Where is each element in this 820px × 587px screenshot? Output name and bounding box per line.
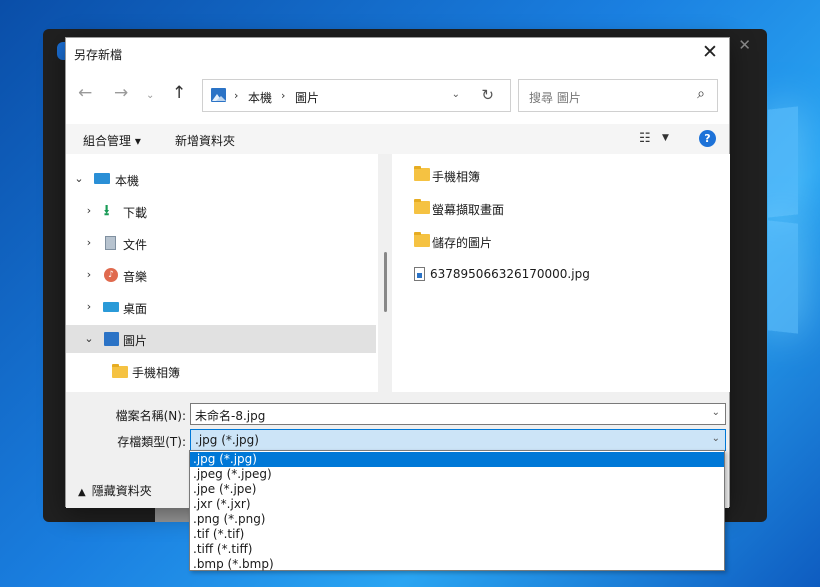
- tree-item-documents[interactable]: › 文件: [66, 229, 376, 257]
- tree-item-pictures[interactable]: ⌄ 圖片: [66, 325, 376, 353]
- filetype-option[interactable]: .png (*.png): [190, 512, 724, 527]
- windows-logo-pane-top: [768, 106, 798, 218]
- chevron-up-icon: ▲: [78, 487, 86, 498]
- file-list: 手機相簿 螢幕擷取畫面 儲存的圖片 637895066326170000.jpg: [392, 154, 730, 392]
- expand-chevron-icon[interactable]: ›: [83, 268, 95, 281]
- breadcrumb-pictures[interactable]: 圖片: [295, 89, 319, 106]
- up-arrow-icon[interactable]: ↑: [172, 85, 186, 102]
- windows-logo-pane-bottom: [768, 220, 798, 334]
- chevron-down-icon[interactable]: ⌄: [712, 433, 720, 444]
- tree-item-desktop[interactable]: › 桌面: [66, 293, 376, 321]
- forward-arrow-icon[interactable]: →: [114, 85, 128, 102]
- command-bar: 組合管理 ▾ 新增資料夾 ☷ ▼ ?: [66, 124, 729, 154]
- close-icon[interactable]: ✕: [699, 41, 721, 63]
- view-dropdown-icon[interactable]: ▼: [662, 133, 669, 143]
- expand-chevron-icon[interactable]: ›: [83, 300, 95, 313]
- filetype-option[interactable]: .tiff (*.tiff): [190, 542, 724, 557]
- breadcrumb-this-pc[interactable]: 本機: [248, 89, 272, 106]
- chevron-down-icon[interactable]: ⌄: [712, 407, 720, 418]
- background-close-icon: ✕: [738, 36, 751, 54]
- new-folder-button[interactable]: 新增資料夾: [175, 132, 235, 149]
- title-bar: 另存新檔 ✕: [66, 38, 729, 68]
- filename-value[interactable]: 未命名-8.jpg: [195, 407, 265, 424]
- file-name: 儲存的圖片: [432, 236, 493, 250]
- navigation-bar: ← → ⌄ ↑ › 本機 › 圖片 ⌄ ↻ 搜尋 圖片 ⌕: [66, 76, 729, 112]
- search-input[interactable]: 搜尋 圖片: [529, 89, 581, 106]
- filetype-option[interactable]: .bmp (*.bmp): [190, 557, 724, 572]
- expand-chevron-icon[interactable]: ⌄: [73, 172, 85, 185]
- filename-label: 檔案名稱(N):: [115, 409, 186, 423]
- filetype-option[interactable]: .tif (*.tif): [190, 527, 724, 542]
- pictures-icon: [104, 332, 119, 346]
- help-icon[interactable]: ?: [699, 130, 716, 147]
- tree-item-label: 下載: [123, 206, 148, 220]
- tree-item-label: 手機相簿: [132, 366, 181, 380]
- organize-button[interactable]: 組合管理 ▾: [83, 132, 141, 149]
- tree-item-this-pc[interactable]: ⌄ 本機: [66, 165, 376, 193]
- pc-icon: [94, 173, 110, 184]
- breadcrumb-separator-icon: ›: [234, 89, 239, 102]
- scrollbar-thumb[interactable]: [384, 252, 387, 312]
- background-bar: [155, 508, 191, 522]
- filename-field[interactable]: 未命名-8.jpg ⌄: [190, 403, 726, 425]
- image-file-icon: [414, 267, 425, 281]
- filetype-option[interactable]: .jpe (*.jpe): [190, 482, 724, 497]
- search-box[interactable]: 搜尋 圖片 ⌕: [518, 79, 718, 112]
- hide-folders-button[interactable]: ▲ 隱藏資料夾: [78, 482, 152, 499]
- music-icon: ♪: [104, 268, 118, 282]
- file-name: 手機相簿: [432, 170, 481, 184]
- file-name: 637895066326170000.jpg: [430, 267, 590, 281]
- view-options-icon[interactable]: ☷: [639, 131, 651, 146]
- tree-item-label: 圖片: [123, 334, 148, 348]
- filetype-value[interactable]: .jpg (*.jpg): [195, 433, 259, 447]
- tree-item-phone-album[interactable]: 手機相簿: [66, 357, 376, 385]
- filetype-option[interactable]: .jxr (*.jxr): [190, 497, 724, 512]
- tree-item-downloads[interactable]: › ⭳ 下載: [66, 197, 376, 225]
- filetype-option[interactable]: .jpg (*.jpg): [190, 452, 724, 467]
- filetype-option[interactable]: .jpeg (*.jpeg): [190, 467, 724, 482]
- recent-locations-chevron-icon[interactable]: ⌄: [146, 88, 154, 104]
- refresh-icon[interactable]: ↻: [481, 86, 494, 104]
- filetype-label: 存檔類型(T):: [117, 435, 186, 449]
- folder-icon: [112, 364, 128, 378]
- tree-item-label: 文件: [123, 238, 148, 252]
- pictures-icon: [211, 88, 226, 102]
- expand-chevron-icon[interactable]: ⌄: [83, 332, 95, 345]
- breadcrumb-separator-icon: ›: [281, 89, 286, 102]
- tree-item-label: 音樂: [123, 270, 148, 284]
- document-icon: [105, 236, 116, 250]
- navigation-pane: ⌄ 本機 › ⭳ 下載 › 文件 › ♪ 音樂 › 桌面 ⌄ 圖片 手機相簿: [66, 154, 378, 392]
- address-dropdown-chevron-icon[interactable]: ⌄: [452, 89, 460, 100]
- desktop-icon: [103, 302, 119, 312]
- tree-item-music[interactable]: › ♪ 音樂: [66, 261, 376, 289]
- hide-folders-label: 隱藏資料夾: [91, 484, 152, 498]
- filetype-select[interactable]: .jpg (*.jpg) ⌄: [190, 429, 726, 451]
- save-as-dialog: 另存新檔 ✕ ← → ⌄ ↑ › 本機 › 圖片 ⌄ ↻ 搜尋 圖片 ⌕ 組合管…: [65, 37, 730, 508]
- file-name: 螢幕擷取畫面: [432, 203, 505, 217]
- search-icon: ⌕: [697, 86, 705, 102]
- download-icon: ⭳: [104, 201, 110, 219]
- back-arrow-icon[interactable]: ←: [78, 85, 92, 102]
- tree-item-label: 本機: [115, 174, 140, 188]
- expand-chevron-icon[interactable]: ›: [83, 204, 95, 217]
- expand-chevron-icon[interactable]: ›: [83, 236, 95, 249]
- dialog-title: 另存新檔: [74, 48, 123, 62]
- folder-icon: [414, 166, 430, 181]
- tree-item-label: 桌面: [123, 302, 148, 316]
- address-bar[interactable]: › 本機 › 圖片 ⌄ ↻: [202, 79, 511, 112]
- folder-icon: [414, 199, 430, 214]
- filetype-dropdown-list: .jpg (*.jpg) .jpeg (*.jpeg) .jpe (*.jpe)…: [189, 450, 725, 571]
- folder-icon: [414, 232, 430, 247]
